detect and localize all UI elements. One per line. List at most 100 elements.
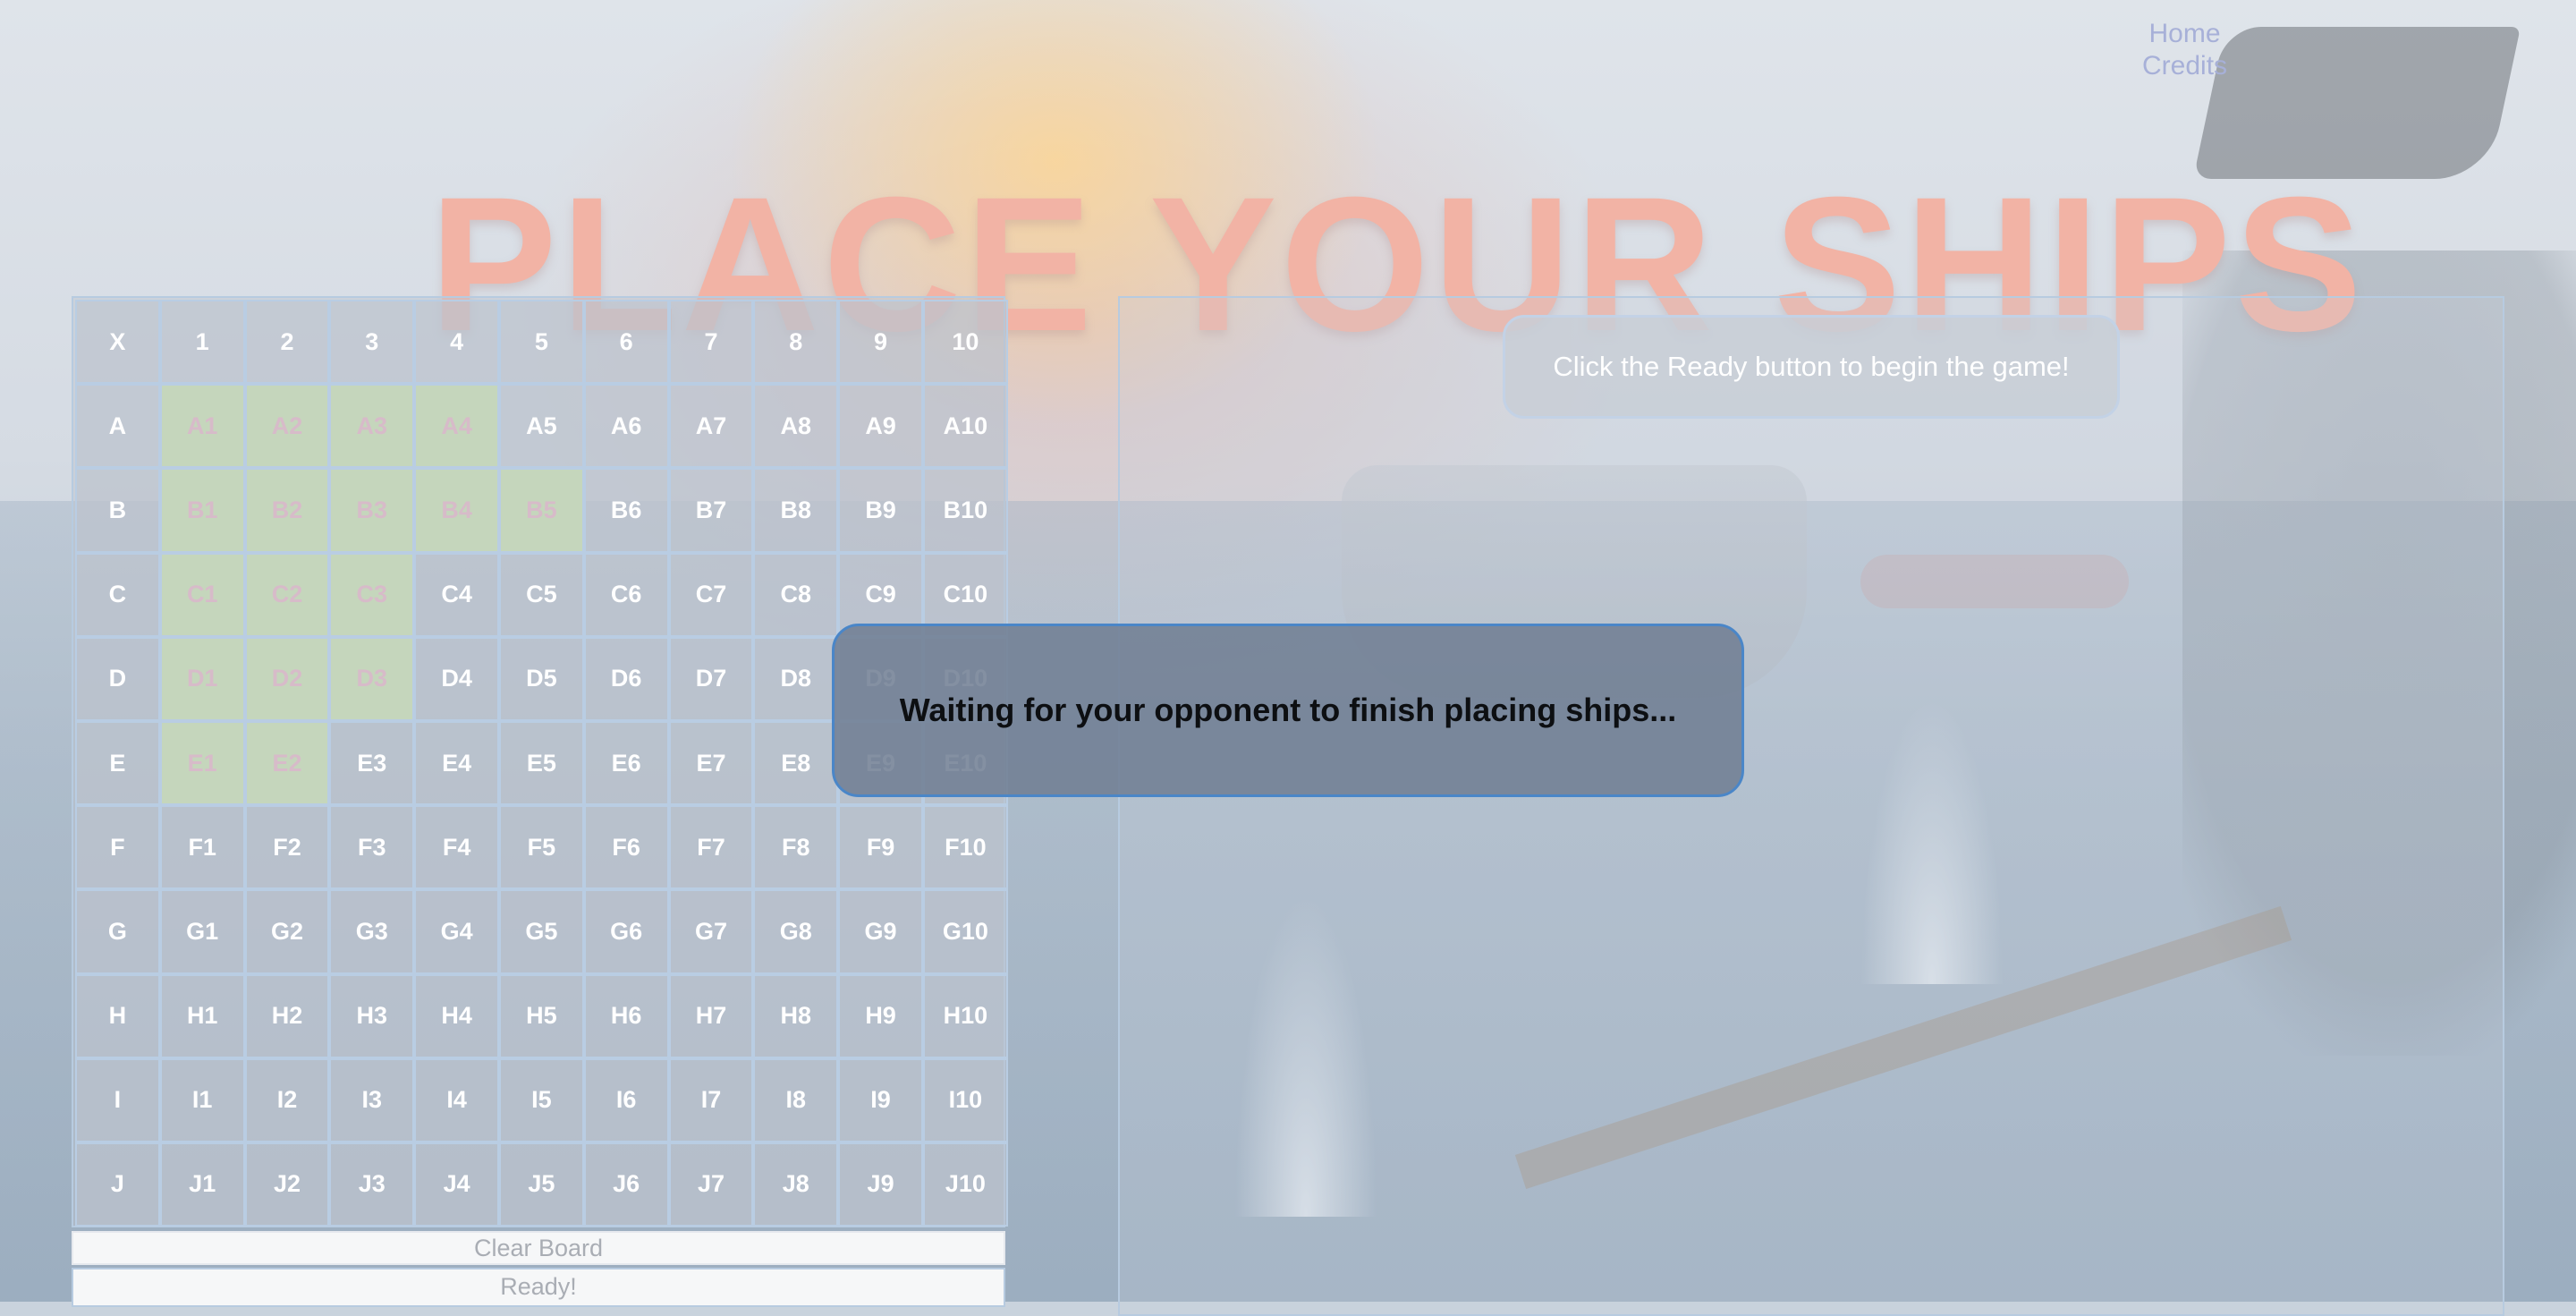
- board-cell[interactable]: B3: [329, 468, 415, 553]
- column-header: 7: [668, 300, 754, 385]
- board-cell[interactable]: D5: [498, 636, 584, 721]
- board-cell[interactable]: A5: [498, 384, 584, 469]
- board-cell[interactable]: B2: [244, 468, 330, 553]
- board-cell[interactable]: B9: [838, 468, 923, 553]
- board-cell[interactable]: C3: [329, 552, 415, 637]
- board-cell[interactable]: I7: [668, 1057, 754, 1142]
- board-cell[interactable]: F3: [329, 805, 415, 890]
- board-cell[interactable]: G5: [498, 889, 584, 974]
- board-cell[interactable]: F9: [838, 805, 923, 890]
- board-cell[interactable]: B8: [753, 468, 839, 553]
- board-cell[interactable]: F2: [244, 805, 330, 890]
- board-cell[interactable]: F1: [159, 805, 245, 890]
- board-cell[interactable]: G1: [159, 889, 245, 974]
- board-cell[interactable]: E4: [414, 720, 499, 806]
- board-cell[interactable]: D7: [668, 636, 754, 721]
- board-cell[interactable]: A10: [922, 384, 1008, 469]
- board-cell[interactable]: D3: [329, 636, 415, 721]
- clear-board-button[interactable]: Clear Board: [72, 1231, 1005, 1265]
- board-cell[interactable]: J7: [668, 1142, 754, 1227]
- board-cell[interactable]: D1: [159, 636, 245, 721]
- board-cell[interactable]: A3: [329, 384, 415, 469]
- board-cell[interactable]: G4: [414, 889, 499, 974]
- board-cell[interactable]: D6: [583, 636, 669, 721]
- board-cell[interactable]: A2: [244, 384, 330, 469]
- board-cell[interactable]: I4: [414, 1057, 499, 1142]
- board-cell[interactable]: I1: [159, 1057, 245, 1142]
- board-cell[interactable]: I3: [329, 1057, 415, 1142]
- board-cell[interactable]: J5: [498, 1142, 584, 1227]
- board-cell[interactable]: G6: [583, 889, 669, 974]
- board-cell[interactable]: H10: [922, 973, 1008, 1058]
- home-link[interactable]: Home: [2142, 18, 2227, 50]
- board-cell[interactable]: G8: [753, 889, 839, 974]
- board-cell[interactable]: A1: [159, 384, 245, 469]
- board-cell[interactable]: H9: [838, 973, 923, 1058]
- board-cell[interactable]: J4: [414, 1142, 499, 1227]
- board-cell[interactable]: I2: [244, 1057, 330, 1142]
- board-cell[interactable]: H2: [244, 973, 330, 1058]
- board-cell[interactable]: F10: [922, 805, 1008, 890]
- board-cell[interactable]: B1: [159, 468, 245, 553]
- board-cell[interactable]: G10: [922, 889, 1008, 974]
- board-cell[interactable]: I8: [753, 1057, 839, 1142]
- board-cell[interactable]: I10: [922, 1057, 1008, 1142]
- board-cell[interactable]: F8: [753, 805, 839, 890]
- board-cell[interactable]: E1: [159, 720, 245, 806]
- board-cell[interactable]: C7: [668, 552, 754, 637]
- board-cell[interactable]: D4: [414, 636, 499, 721]
- credits-link[interactable]: Credits: [2142, 50, 2227, 82]
- board-cell[interactable]: E5: [498, 720, 584, 806]
- board-cell[interactable]: A4: [414, 384, 499, 469]
- board-cell[interactable]: A6: [583, 384, 669, 469]
- board-cell[interactable]: B6: [583, 468, 669, 553]
- board-cell[interactable]: H7: [668, 973, 754, 1058]
- board-cell[interactable]: J9: [838, 1142, 923, 1227]
- board-cell[interactable]: E8: [753, 720, 839, 806]
- board-cell[interactable]: H8: [753, 973, 839, 1058]
- board-cell[interactable]: C5: [498, 552, 584, 637]
- board-cell[interactable]: A9: [838, 384, 923, 469]
- board-cell[interactable]: G2: [244, 889, 330, 974]
- board-cell[interactable]: H5: [498, 973, 584, 1058]
- board-cell[interactable]: J8: [753, 1142, 839, 1227]
- board-cell[interactable]: J10: [922, 1142, 1008, 1227]
- board-cell[interactable]: C6: [583, 552, 669, 637]
- board-cell[interactable]: J1: [159, 1142, 245, 1227]
- board-cell[interactable]: I5: [498, 1057, 584, 1142]
- board-cell[interactable]: B5: [498, 468, 584, 553]
- board-cell[interactable]: F5: [498, 805, 584, 890]
- ready-button[interactable]: Ready!: [72, 1268, 1005, 1307]
- board-cell[interactable]: H4: [414, 973, 499, 1058]
- board-cell[interactable]: G7: [668, 889, 754, 974]
- board-cell[interactable]: D8: [753, 636, 839, 721]
- board-cell[interactable]: B10: [922, 468, 1008, 553]
- board-cell[interactable]: H3: [329, 973, 415, 1058]
- board-cell[interactable]: C2: [244, 552, 330, 637]
- board-cell[interactable]: B7: [668, 468, 754, 553]
- board-cell[interactable]: F4: [414, 805, 499, 890]
- board-cell[interactable]: J6: [583, 1142, 669, 1227]
- board-cell[interactable]: H6: [583, 973, 669, 1058]
- board-cell[interactable]: E2: [244, 720, 330, 806]
- column-header: 2: [244, 300, 330, 385]
- board-cell[interactable]: E3: [329, 720, 415, 806]
- board-cell[interactable]: E7: [668, 720, 754, 806]
- board-cell[interactable]: F7: [668, 805, 754, 890]
- board-cell[interactable]: J3: [329, 1142, 415, 1227]
- board-cell[interactable]: D2: [244, 636, 330, 721]
- board-cell[interactable]: C1: [159, 552, 245, 637]
- board-cell[interactable]: G9: [838, 889, 923, 974]
- board-cell[interactable]: I9: [838, 1057, 923, 1142]
- board-cell[interactable]: A7: [668, 384, 754, 469]
- board-cell[interactable]: G3: [329, 889, 415, 974]
- board-cell[interactable]: I6: [583, 1057, 669, 1142]
- board-cell[interactable]: H1: [159, 973, 245, 1058]
- board-cell[interactable]: J2: [244, 1142, 330, 1227]
- board-cell[interactable]: B4: [414, 468, 499, 553]
- board-cell[interactable]: A8: [753, 384, 839, 469]
- board-cell[interactable]: C4: [414, 552, 499, 637]
- board-cell[interactable]: F6: [583, 805, 669, 890]
- board-cell[interactable]: C8: [753, 552, 839, 637]
- board-cell[interactable]: E6: [583, 720, 669, 806]
